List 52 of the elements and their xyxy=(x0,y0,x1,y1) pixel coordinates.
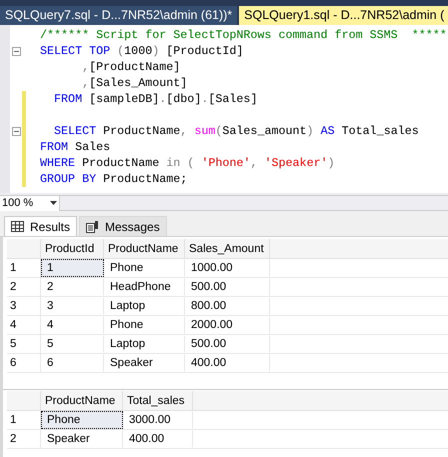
column-header[interactable]: ProductName xyxy=(104,239,185,258)
caret-icon xyxy=(50,201,57,205)
grid-icon xyxy=(11,221,24,232)
zoom-dropdown[interactable]: 100 % xyxy=(0,196,60,210)
table-cell: HeadPhone xyxy=(104,278,185,296)
row-number: 4 xyxy=(7,316,41,334)
table-cell: Laptop xyxy=(104,297,185,315)
table-cell: 6 xyxy=(41,354,104,372)
table-cell: 4 xyxy=(41,316,104,334)
code-line: FROM [sampleDB].[dbo].[Sales] xyxy=(53,91,258,107)
row-number: 6 xyxy=(7,354,41,372)
column-header[interactable]: ProductName xyxy=(41,391,123,410)
column-header[interactable]: Total_sales xyxy=(123,391,193,410)
document-icon xyxy=(86,220,100,232)
table-cell: 500.00 xyxy=(185,278,270,296)
table-cell: Phone xyxy=(104,316,185,334)
table-cell: 500.00 xyxy=(185,335,270,353)
code-line: ,[ProductName] xyxy=(81,59,180,75)
table-cell: 5 xyxy=(41,335,104,353)
row-number: 2 xyxy=(7,430,41,448)
code-line: ,[Sales_Amount] xyxy=(81,75,188,91)
code-line: GROUP BY ProductName; xyxy=(40,171,188,187)
row-number: 2 xyxy=(7,278,41,296)
column-header[interactable]: ProductId xyxy=(41,239,104,258)
code-line: SELECT TOP (1000) [ProductId] xyxy=(40,43,244,59)
code-line: FROM Sales xyxy=(40,139,110,155)
table-cell: 1 xyxy=(41,259,104,277)
results-tab[interactable]: Messages xyxy=(79,216,167,236)
table-cell: Speaker xyxy=(41,430,123,448)
table-cell: Phone xyxy=(104,259,185,277)
collapse-icon[interactable] xyxy=(12,46,20,56)
row-number: 3 xyxy=(7,297,41,315)
table-cell: 1000.00 xyxy=(185,259,270,277)
code-line: SELECT ProductName, sum(Sales_amount) AS Total_sales xyxy=(53,123,419,139)
row-number: 5 xyxy=(7,335,41,353)
code-line: WHERE ProductName in ( 'Phone', 'Speaker') xyxy=(40,155,335,171)
table-cell: 400.00 xyxy=(185,354,270,372)
table-cell: 800.00 xyxy=(185,297,270,315)
table-cell: 2 xyxy=(41,278,104,296)
results-tab[interactable]: Results xyxy=(4,216,78,236)
document-tab[interactable]: SQLQuery7.sql - D...7NR52\admin (61))* xyxy=(0,6,238,25)
table-cell: Speaker xyxy=(104,354,185,372)
collapse-icon[interactable] xyxy=(12,126,20,136)
table-cell: 3 xyxy=(41,297,104,315)
column-header[interactable]: Sales_Amount xyxy=(185,239,270,258)
table-cell: 2000.00 xyxy=(185,316,270,334)
table-cell: Laptop xyxy=(104,335,185,353)
table-cell: Phone xyxy=(41,411,123,429)
table-cell: 3000.00 xyxy=(123,411,193,429)
code-line: /****** Script for SelectTopNRows command from SSMS ***** xyxy=(40,27,447,43)
document-tab[interactable]: SQLQuery1.sql - D...7NR52\admin ( xyxy=(239,6,448,25)
table-cell: 400.00 xyxy=(123,430,193,448)
